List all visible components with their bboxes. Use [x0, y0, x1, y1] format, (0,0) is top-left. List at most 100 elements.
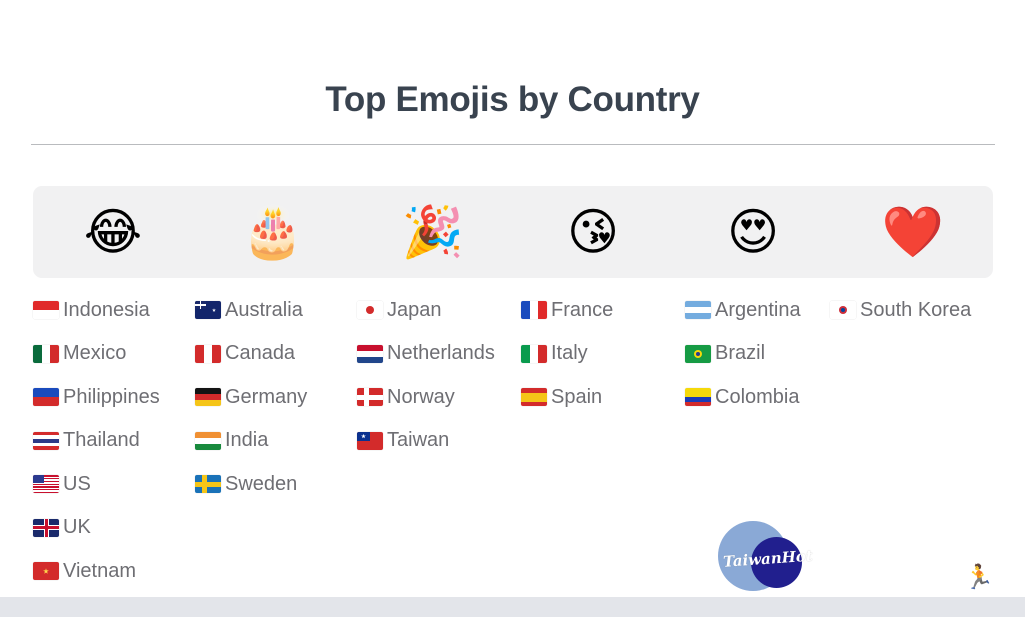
- flag-slot: [195, 299, 225, 320]
- flag-icon: [33, 518, 59, 537]
- country-row: UK: [33, 506, 195, 550]
- country-column-face-blowing-a-kiss: France Italy Spain: [521, 288, 685, 593]
- country-row: Argentina: [685, 288, 830, 332]
- country-label: Canada: [225, 342, 296, 365]
- country-row: Germany: [195, 375, 357, 419]
- face-with-tears-of-joy-emoji: 😂: [83, 203, 143, 261]
- country-label: Colombia: [715, 385, 800, 408]
- country-label: Thailand: [63, 429, 140, 452]
- country-label: Germany: [225, 385, 308, 408]
- flag-slot: [195, 343, 225, 364]
- flag-icon: [33, 431, 59, 450]
- flag-icon: [195, 388, 221, 407]
- country-row: Sweden: [195, 462, 357, 506]
- flag-icon: [357, 431, 383, 450]
- flag-slot: [830, 299, 860, 320]
- flag-icon: [33, 475, 59, 494]
- country-label: Indonesia: [63, 298, 150, 321]
- flag-icon: [685, 344, 711, 363]
- bottom-cut-strip: [0, 597, 1025, 617]
- country-grid: Indonesia Mexico Philippines Thailand US UK Vi…: [33, 288, 993, 593]
- country-label: Mexico: [63, 342, 127, 365]
- country-row: Thailand: [33, 419, 195, 463]
- flag-slot: [33, 473, 63, 494]
- country-label: South Korea: [860, 298, 972, 321]
- flag-slot: [357, 343, 387, 364]
- flag-slot: [33, 386, 63, 407]
- country-label: UK: [63, 516, 91, 539]
- flag-slot: [33, 430, 63, 451]
- title-divider: [31, 144, 995, 145]
- country-label: Argentina: [715, 298, 801, 321]
- country-row: Taiwan: [357, 419, 521, 463]
- country-label: US: [63, 472, 91, 495]
- flag-icon: [521, 388, 547, 407]
- flag-slot: [33, 560, 63, 581]
- country-row: South Korea: [830, 288, 993, 332]
- country-row: Mexico: [33, 332, 195, 376]
- country-row: Canada: [195, 332, 357, 376]
- flag-icon: [195, 344, 221, 363]
- flag-slot: [357, 386, 387, 407]
- country-label: Taiwan: [387, 429, 450, 452]
- flag-slot: [195, 430, 225, 451]
- flag-slot: [685, 299, 715, 320]
- flag-slot: [195, 473, 225, 494]
- country-label: Sweden: [225, 472, 298, 495]
- country-label: Norway: [387, 385, 455, 408]
- flag-icon: [830, 301, 856, 320]
- country-row: Colombia: [685, 375, 830, 419]
- country-label: Australia: [225, 298, 303, 321]
- flag-slot: [521, 386, 551, 407]
- flag-slot: [685, 386, 715, 407]
- flag-slot: [521, 343, 551, 364]
- flag-icon: [33, 344, 59, 363]
- flag-slot: [357, 430, 387, 451]
- red-heart-emoji: ❤️: [881, 203, 945, 261]
- page-title: Top Emojis by Country: [325, 80, 700, 119]
- country-row: US: [33, 462, 195, 506]
- flag-icon: [357, 388, 383, 407]
- country-label: France: [551, 298, 614, 321]
- country-row: Brazil: [685, 332, 830, 376]
- country-label: Philippines: [63, 385, 160, 408]
- country-row: Italy: [521, 332, 685, 376]
- country-row: Vietnam: [33, 549, 195, 593]
- flag-icon: [33, 301, 59, 320]
- country-column-birthday-cake: Australia Canada Germany India Sweden: [195, 288, 357, 593]
- flag-icon: [195, 431, 221, 450]
- taiwanhot-watermark: TaiwanHot: [718, 521, 813, 607]
- country-label: Spain: [551, 385, 603, 408]
- flag-icon: [685, 388, 711, 407]
- country-column-red-heart: South Korea: [830, 288, 993, 593]
- country-label: Vietnam: [63, 559, 137, 582]
- infographic-page: Top Emojis by Country 😂 🎂 🎉 😘 😍 ❤️ Indonesia M…: [0, 0, 1025, 617]
- flag-slot: [33, 343, 63, 364]
- country-row: Netherlands: [357, 332, 521, 376]
- country-label: Brazil: [715, 342, 766, 365]
- birthday-cake-emoji: 🎂: [241, 203, 305, 261]
- flag-icon: [33, 562, 59, 581]
- flag-icon: [33, 388, 59, 407]
- smiling-face-with-heart-eyes-emoji: 😍: [726, 203, 780, 261]
- flag-slot: [33, 517, 63, 538]
- flag-icon: [521, 344, 547, 363]
- country-row: Norway: [357, 375, 521, 419]
- flag-icon: [195, 301, 221, 320]
- flag-icon: [357, 344, 383, 363]
- flag-icon: [357, 301, 383, 320]
- country-row: Philippines: [33, 375, 195, 419]
- flag-slot: [685, 343, 715, 364]
- flag-slot: [521, 299, 551, 320]
- country-label: Italy: [551, 342, 588, 365]
- flag-icon: [685, 301, 711, 320]
- running-person-icon: 🏃: [964, 563, 994, 591]
- country-label: India: [225, 429, 269, 452]
- flag-icon: [195, 475, 221, 494]
- country-label: Japan: [387, 298, 442, 321]
- flag-icon: [521, 301, 547, 320]
- country-label: Netherlands: [387, 342, 495, 365]
- flag-slot: [33, 299, 63, 320]
- flag-slot: [195, 386, 225, 407]
- country-row: India: [195, 419, 357, 463]
